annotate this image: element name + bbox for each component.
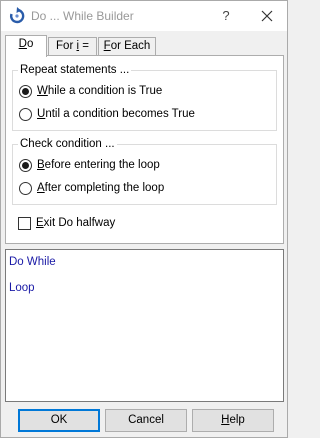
loop-arrow-icon (8, 7, 26, 25)
dialog-window: Do ... While Builder ? Do For i = For Ea… (0, 0, 288, 438)
help-button[interactable]: Help (192, 409, 274, 432)
radio-label: After completing the loop (37, 182, 165, 194)
close-button[interactable] (249, 1, 285, 31)
repeat-statements-label: Repeat statements ... (18, 64, 132, 76)
check-condition-label: Check condition ... (18, 138, 117, 150)
ok-button[interactable]: OK (18, 409, 100, 432)
title-bar[interactable]: Do ... While Builder ? (1, 1, 287, 31)
code-line: Loop (9, 282, 35, 294)
tab-for-i[interactable]: For i = (48, 37, 97, 56)
code-preview[interactable]: Do While Loop (5, 249, 284, 402)
tab-for-each[interactable]: For Each (98, 37, 156, 56)
tab-label-mnemonic: D (18, 38, 27, 50)
tab-label-post: o (26, 38, 34, 50)
tab-label-post: = (79, 40, 89, 52)
checkbox-label: Exit Do halfway (36, 217, 116, 229)
help-title-button[interactable]: ? (211, 1, 241, 31)
tab-do[interactable]: Do (5, 35, 47, 57)
repeat-statements-group: Repeat statements ... While a condition … (12, 64, 277, 131)
checkbox[interactable] (18, 217, 31, 230)
check-condition-group: Check condition ... Before entering the … (12, 138, 277, 205)
radio-button[interactable] (19, 159, 32, 172)
radio-button[interactable] (19, 108, 32, 121)
radio-button[interactable] (19, 85, 32, 98)
tab-label-post: or Each (110, 40, 151, 52)
tab-label-mnemonic: F (103, 40, 111, 52)
radio-label: While a condition is True (37, 85, 163, 97)
tab-label-pre: For (56, 40, 77, 52)
radio-label: Until a condition becomes True (37, 108, 195, 120)
tab-panel-do: Repeat statements ... While a condition … (5, 55, 284, 244)
window-title: Do ... While Builder (31, 9, 134, 23)
radio-label: Before entering the loop (37, 159, 160, 171)
close-icon (261, 10, 273, 22)
radio-button[interactable] (19, 182, 32, 195)
cancel-button[interactable]: Cancel (105, 409, 187, 432)
code-line: Do While (9, 256, 56, 268)
